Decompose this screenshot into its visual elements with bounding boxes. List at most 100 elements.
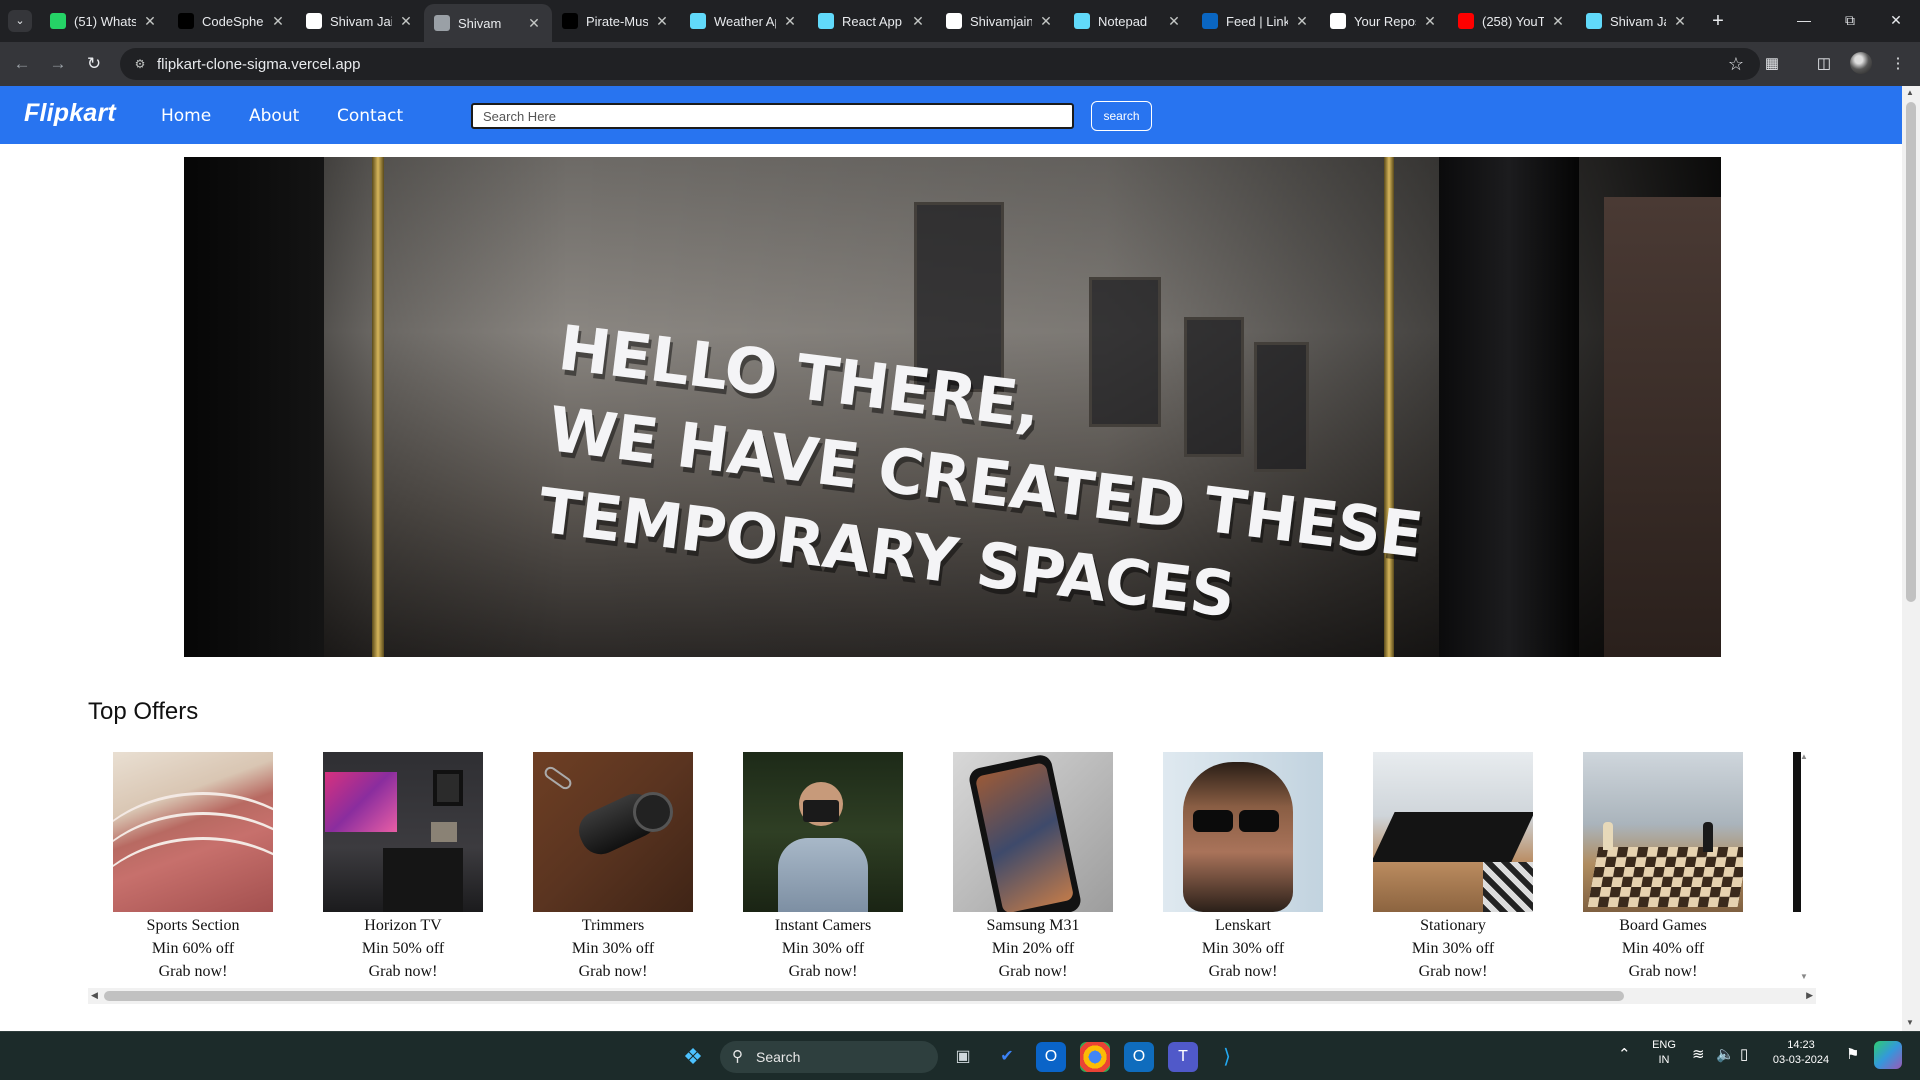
- scroll-right-arrow-icon[interactable]: ▶: [1806, 990, 1813, 1001]
- offer-name: Trimmers: [581, 917, 645, 934]
- notification-bell-icon[interactable]: ⚑: [1846, 1045, 1859, 1063]
- browser-tab[interactable]: Shivam Jain ✕: [296, 6, 424, 36]
- browser-tab[interactable]: Weather App ✕: [680, 6, 808, 36]
- profile-avatar[interactable]: [1850, 52, 1872, 74]
- offer-cta[interactable]: Grab now!: [1583, 960, 1743, 983]
- offer-card[interactable]: Sports Section Min 60% off Grab now!: [113, 752, 273, 983]
- page-scroll-down-icon[interactable]: ▼: [1906, 1018, 1914, 1027]
- close-tab-icon[interactable]: ✕: [910, 13, 926, 30]
- chrome-icon[interactable]: [1080, 1042, 1110, 1072]
- nav-contact-link[interactable]: Contact: [337, 106, 403, 126]
- browser-tab-strip: ⌄ (51) WhatsApp✕CodeSphere✕Shivam Jain✕S…: [0, 0, 1920, 42]
- offer-discount: Min 50% off: [361, 940, 445, 957]
- reload-icon[interactable]: ↻: [82, 52, 106, 76]
- offers-horizontal-scrollbar[interactable]: ◀ ▶: [88, 988, 1816, 1004]
- new-tab-button[interactable]: +: [1706, 9, 1730, 33]
- browser-tab[interactable]: Shivam Jain ✕: [1576, 6, 1698, 36]
- wifi-icon[interactable]: ≋: [1692, 1045, 1705, 1063]
- site-info-icon[interactable]: ⚙: [132, 56, 148, 72]
- back-arrow-icon[interactable]: ←: [10, 52, 34, 76]
- offer-card[interactable]: Trimmers Min 30% off Grab now!: [533, 752, 693, 983]
- offer-card[interactable]: Instant Camers Min 30% off Grab now!: [743, 752, 903, 983]
- offer-cta[interactable]: Grab now!: [743, 960, 903, 983]
- side-panel-icon[interactable]: ◫: [1812, 52, 1836, 76]
- offer-cta[interactable]: Grab now!: [533, 960, 693, 983]
- search-button[interactable]: search: [1091, 101, 1152, 131]
- offer-cta[interactable]: Grab now!: [113, 960, 273, 983]
- close-tab-icon[interactable]: ✕: [1038, 13, 1054, 30]
- browser-tab[interactable]: CodeSphere ✕: [168, 6, 296, 36]
- address-bar[interactable]: ⚙ flipkart-clone-sigma.vercel.app ☆: [120, 48, 1760, 80]
- close-tab-icon[interactable]: ✕: [1422, 13, 1438, 30]
- browser-tab[interactable]: Shivam ✕: [424, 4, 552, 42]
- search-input[interactable]: [471, 103, 1074, 129]
- close-tab-icon[interactable]: ✕: [526, 15, 542, 32]
- top-offers-heading: Top Offers: [88, 698, 199, 725]
- nav-home-link[interactable]: Home: [161, 106, 211, 126]
- offer-card[interactable]: Lenskart Min 30% off Grab now!: [1163, 752, 1323, 983]
- volume-icon[interactable]: 🔈: [1716, 1045, 1735, 1063]
- show-hidden-icons-chevron-icon[interactable]: ⌃: [1618, 1045, 1631, 1063]
- tab-search-chevron-icon[interactable]: ⌄: [8, 10, 32, 32]
- offer-cta[interactable]: Grab now!: [1373, 960, 1533, 983]
- close-tab-icon[interactable]: ✕: [654, 13, 670, 30]
- battery-icon[interactable]: ▯: [1740, 1045, 1748, 1063]
- minimize-window-button[interactable]: —: [1790, 8, 1818, 32]
- close-tab-icon[interactable]: ✕: [1294, 13, 1310, 30]
- clock[interactable]: 14:23 03-03-2024: [1762, 1038, 1840, 1068]
- horizontal-scroll-thumb[interactable]: [104, 991, 1624, 1001]
- browser-menu-icon[interactable]: ⋮: [1886, 52, 1910, 76]
- offers-vertical-scrollbar[interactable]: ▲ ▼: [1792, 752, 1816, 982]
- browser-tab[interactable]: (258) YouTube ✕: [1448, 6, 1576, 36]
- browser-tab[interactable]: Shivamjain ✕: [936, 6, 1064, 36]
- task-view-icon[interactable]: ▣: [948, 1042, 978, 1072]
- windows-taskbar: ❖ ⚲ Search ▣ ✔ O O T ⟩ ⌃ ENG IN ≋ 🔈 ▯ 14…: [0, 1031, 1920, 1080]
- close-tab-icon[interactable]: ✕: [142, 13, 158, 30]
- offer-card[interactable]: Horizon TV Min 50% off Grab now!: [323, 752, 483, 983]
- close-tab-icon[interactable]: ✕: [1550, 13, 1566, 30]
- nav-about-link[interactable]: About: [249, 106, 299, 126]
- outlook-icon[interactable]: O: [1036, 1042, 1066, 1072]
- offer-cta[interactable]: Grab now!: [1163, 960, 1323, 983]
- url-text[interactable]: flipkart-clone-sigma.vercel.app: [157, 56, 360, 73]
- vscode-icon[interactable]: ⟩: [1212, 1042, 1242, 1072]
- close-tab-icon[interactable]: ✕: [1672, 13, 1688, 30]
- offer-card[interactable]: Samsung M31 Min 20% off Grab now!: [953, 752, 1113, 983]
- page-scroll-up-icon[interactable]: ▲: [1906, 88, 1914, 97]
- close-tab-icon[interactable]: ✕: [270, 13, 286, 30]
- offer-cta[interactable]: Grab now!: [953, 960, 1113, 983]
- hero-brick-building: [1604, 197, 1721, 657]
- extensions-puzzle-icon[interactable]: ▦: [1760, 52, 1784, 76]
- browser-tab[interactable]: Pirate-Music ✕: [552, 6, 680, 36]
- browser-tab-title: Weather App: [714, 13, 776, 29]
- windows-start-icon[interactable]: ❖: [678, 1042, 708, 1072]
- taskbar-search-box[interactable]: ⚲ Search: [720, 1041, 938, 1073]
- restore-window-button[interactable]: ⧉: [1836, 8, 1864, 32]
- language-indicator[interactable]: ENG IN: [1650, 1038, 1678, 1068]
- globe-icon: [434, 15, 450, 31]
- close-tab-icon[interactable]: ✕: [782, 13, 798, 30]
- scroll-left-arrow-icon[interactable]: ◀: [91, 990, 98, 1001]
- offer-card[interactable]: Board Games Min 40% off Grab now!: [1583, 752, 1743, 983]
- page-vertical-scrollbar[interactable]: ▲ ▼: [1902, 86, 1920, 1031]
- copilot-icon[interactable]: [1874, 1041, 1902, 1069]
- browser-tab[interactable]: (51) WhatsApp ✕: [40, 6, 168, 36]
- todo-check-icon[interactable]: ✔: [992, 1042, 1022, 1072]
- outlook-new-icon[interactable]: O: [1124, 1042, 1154, 1072]
- scroll-down-arrow-icon[interactable]: ▼: [1800, 972, 1808, 981]
- browser-tab[interactable]: React App ✕: [808, 6, 936, 36]
- browser-tab[interactable]: Notepad ✕: [1064, 6, 1192, 36]
- bookmark-star-icon[interactable]: ☆: [1728, 54, 1744, 75]
- offer-cta[interactable]: Grab now!: [323, 960, 483, 983]
- close-tab-icon[interactable]: ✕: [1166, 13, 1182, 30]
- browser-tab[interactable]: Feed | LinkedIn ✕: [1192, 6, 1320, 36]
- forward-arrow-icon[interactable]: →: [46, 52, 70, 76]
- page-scroll-thumb[interactable]: [1906, 102, 1916, 602]
- browser-tab[interactable]: Your Repositories ✕: [1320, 6, 1448, 36]
- teams-icon[interactable]: T: [1168, 1042, 1198, 1072]
- close-window-button[interactable]: ✕: [1882, 8, 1910, 32]
- offer-card[interactable]: Stationary Min 30% off Grab now!: [1373, 752, 1533, 983]
- flipkart-logo[interactable]: Flipkart: [24, 99, 116, 128]
- close-tab-icon[interactable]: ✕: [398, 13, 414, 30]
- scroll-up-arrow-icon[interactable]: ▲: [1800, 752, 1808, 761]
